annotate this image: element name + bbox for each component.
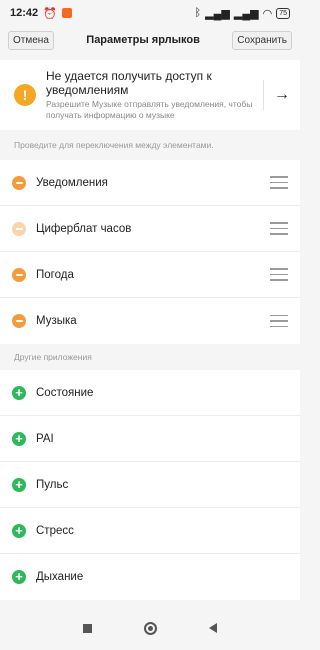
app-notification-icon (61, 8, 72, 18)
home-icon[interactable] (144, 621, 157, 635)
remove-icon[interactable] (12, 175, 26, 190)
back-icon[interactable] (209, 623, 217, 633)
swipe-hint: Проведите для переключения между элемент… (14, 140, 214, 150)
status-time: 12:42 (10, 7, 39, 19)
other-app-label: Дыхание (36, 571, 84, 583)
other-apps-list: + Состояние + PAI + Пульс + Стресс + Дых… (0, 370, 300, 600)
signal-icon-2: ▂▄▆ (233, 7, 259, 20)
notification-access-banner[interactable]: ! Не удается получить доступ к уведомлен… (0, 60, 300, 130)
shortcut-row-weather: Погода (0, 252, 300, 298)
page-title: Параметры ярлыков (86, 34, 200, 46)
battery-icon: 75 (276, 7, 290, 19)
other-app-label: Состояние (36, 386, 94, 399)
remove-icon[interactable] (12, 267, 26, 282)
banner-subtitle: Разрешите Музыке отправлять уведомления,… (46, 99, 253, 120)
shortcut-label: Циферблат часов (36, 222, 132, 235)
shortcut-row-watch-face: Циферблат часов (0, 206, 300, 252)
cancel-button[interactable]: Отмена (8, 30, 54, 50)
other-app-label: PAI (36, 432, 54, 445)
warning-icon: ! (14, 84, 36, 106)
alarm-icon: ⏰ (43, 7, 57, 20)
save-button[interactable]: Сохранить (232, 30, 292, 50)
shortcut-row-notifications: Уведомления (0, 160, 300, 206)
header: Отмена Параметры ярлыков Сохранить (0, 26, 300, 54)
other-app-row-pulse: + Пульс (0, 462, 300, 508)
active-shortcuts-list: Уведомления Циферблат часов Погода Музык… (0, 160, 300, 344)
other-app-row-breathing: + Дыхание (0, 554, 300, 600)
signal-icon: ▂▄▆ (205, 7, 230, 20)
add-icon[interactable]: + (12, 431, 26, 446)
drag-handle-icon[interactable] (270, 176, 288, 189)
drag-handle-icon[interactable] (270, 268, 288, 281)
banner-title: Не удается получить доступ к уведомления… (46, 69, 212, 97)
banner-divider (263, 80, 264, 110)
remove-icon (12, 221, 26, 236)
other-app-row-status: + Состояние (0, 370, 300, 416)
drag-handle-icon[interactable] (270, 314, 288, 328)
add-icon[interactable]: + (12, 523, 26, 538)
drag-handle-icon[interactable] (270, 222, 288, 235)
bluetooth-icon: ᛒ (194, 7, 202, 19)
wifi-icon: ◠ (262, 7, 273, 20)
shortcut-label: Погода (36, 268, 74, 281)
other-app-row-stress: + Стресс (0, 508, 300, 554)
add-icon[interactable]: + (12, 385, 26, 400)
navigation-bar (0, 606, 300, 650)
other-app-label: Пульс (36, 478, 69, 491)
shortcut-row-music: Музыка (0, 298, 300, 344)
arrow-right-icon[interactable]: → (274, 87, 290, 103)
status-bar: 12:42 ⏰ ᛒ ▂▄▆ ▂▄▆ ◠ 75 (0, 0, 300, 26)
remove-icon[interactable] (12, 314, 26, 328)
other-app-label: Стресс (36, 524, 74, 537)
add-icon[interactable]: + (12, 570, 26, 584)
other-app-row-pai: + PAI (0, 416, 300, 462)
shortcut-label: Музыка (36, 315, 77, 327)
add-icon[interactable]: + (12, 477, 26, 492)
shortcut-label: Уведомления (36, 176, 108, 189)
recent-apps-icon[interactable] (83, 623, 92, 633)
other-apps-title: Другие приложения (0, 344, 300, 370)
